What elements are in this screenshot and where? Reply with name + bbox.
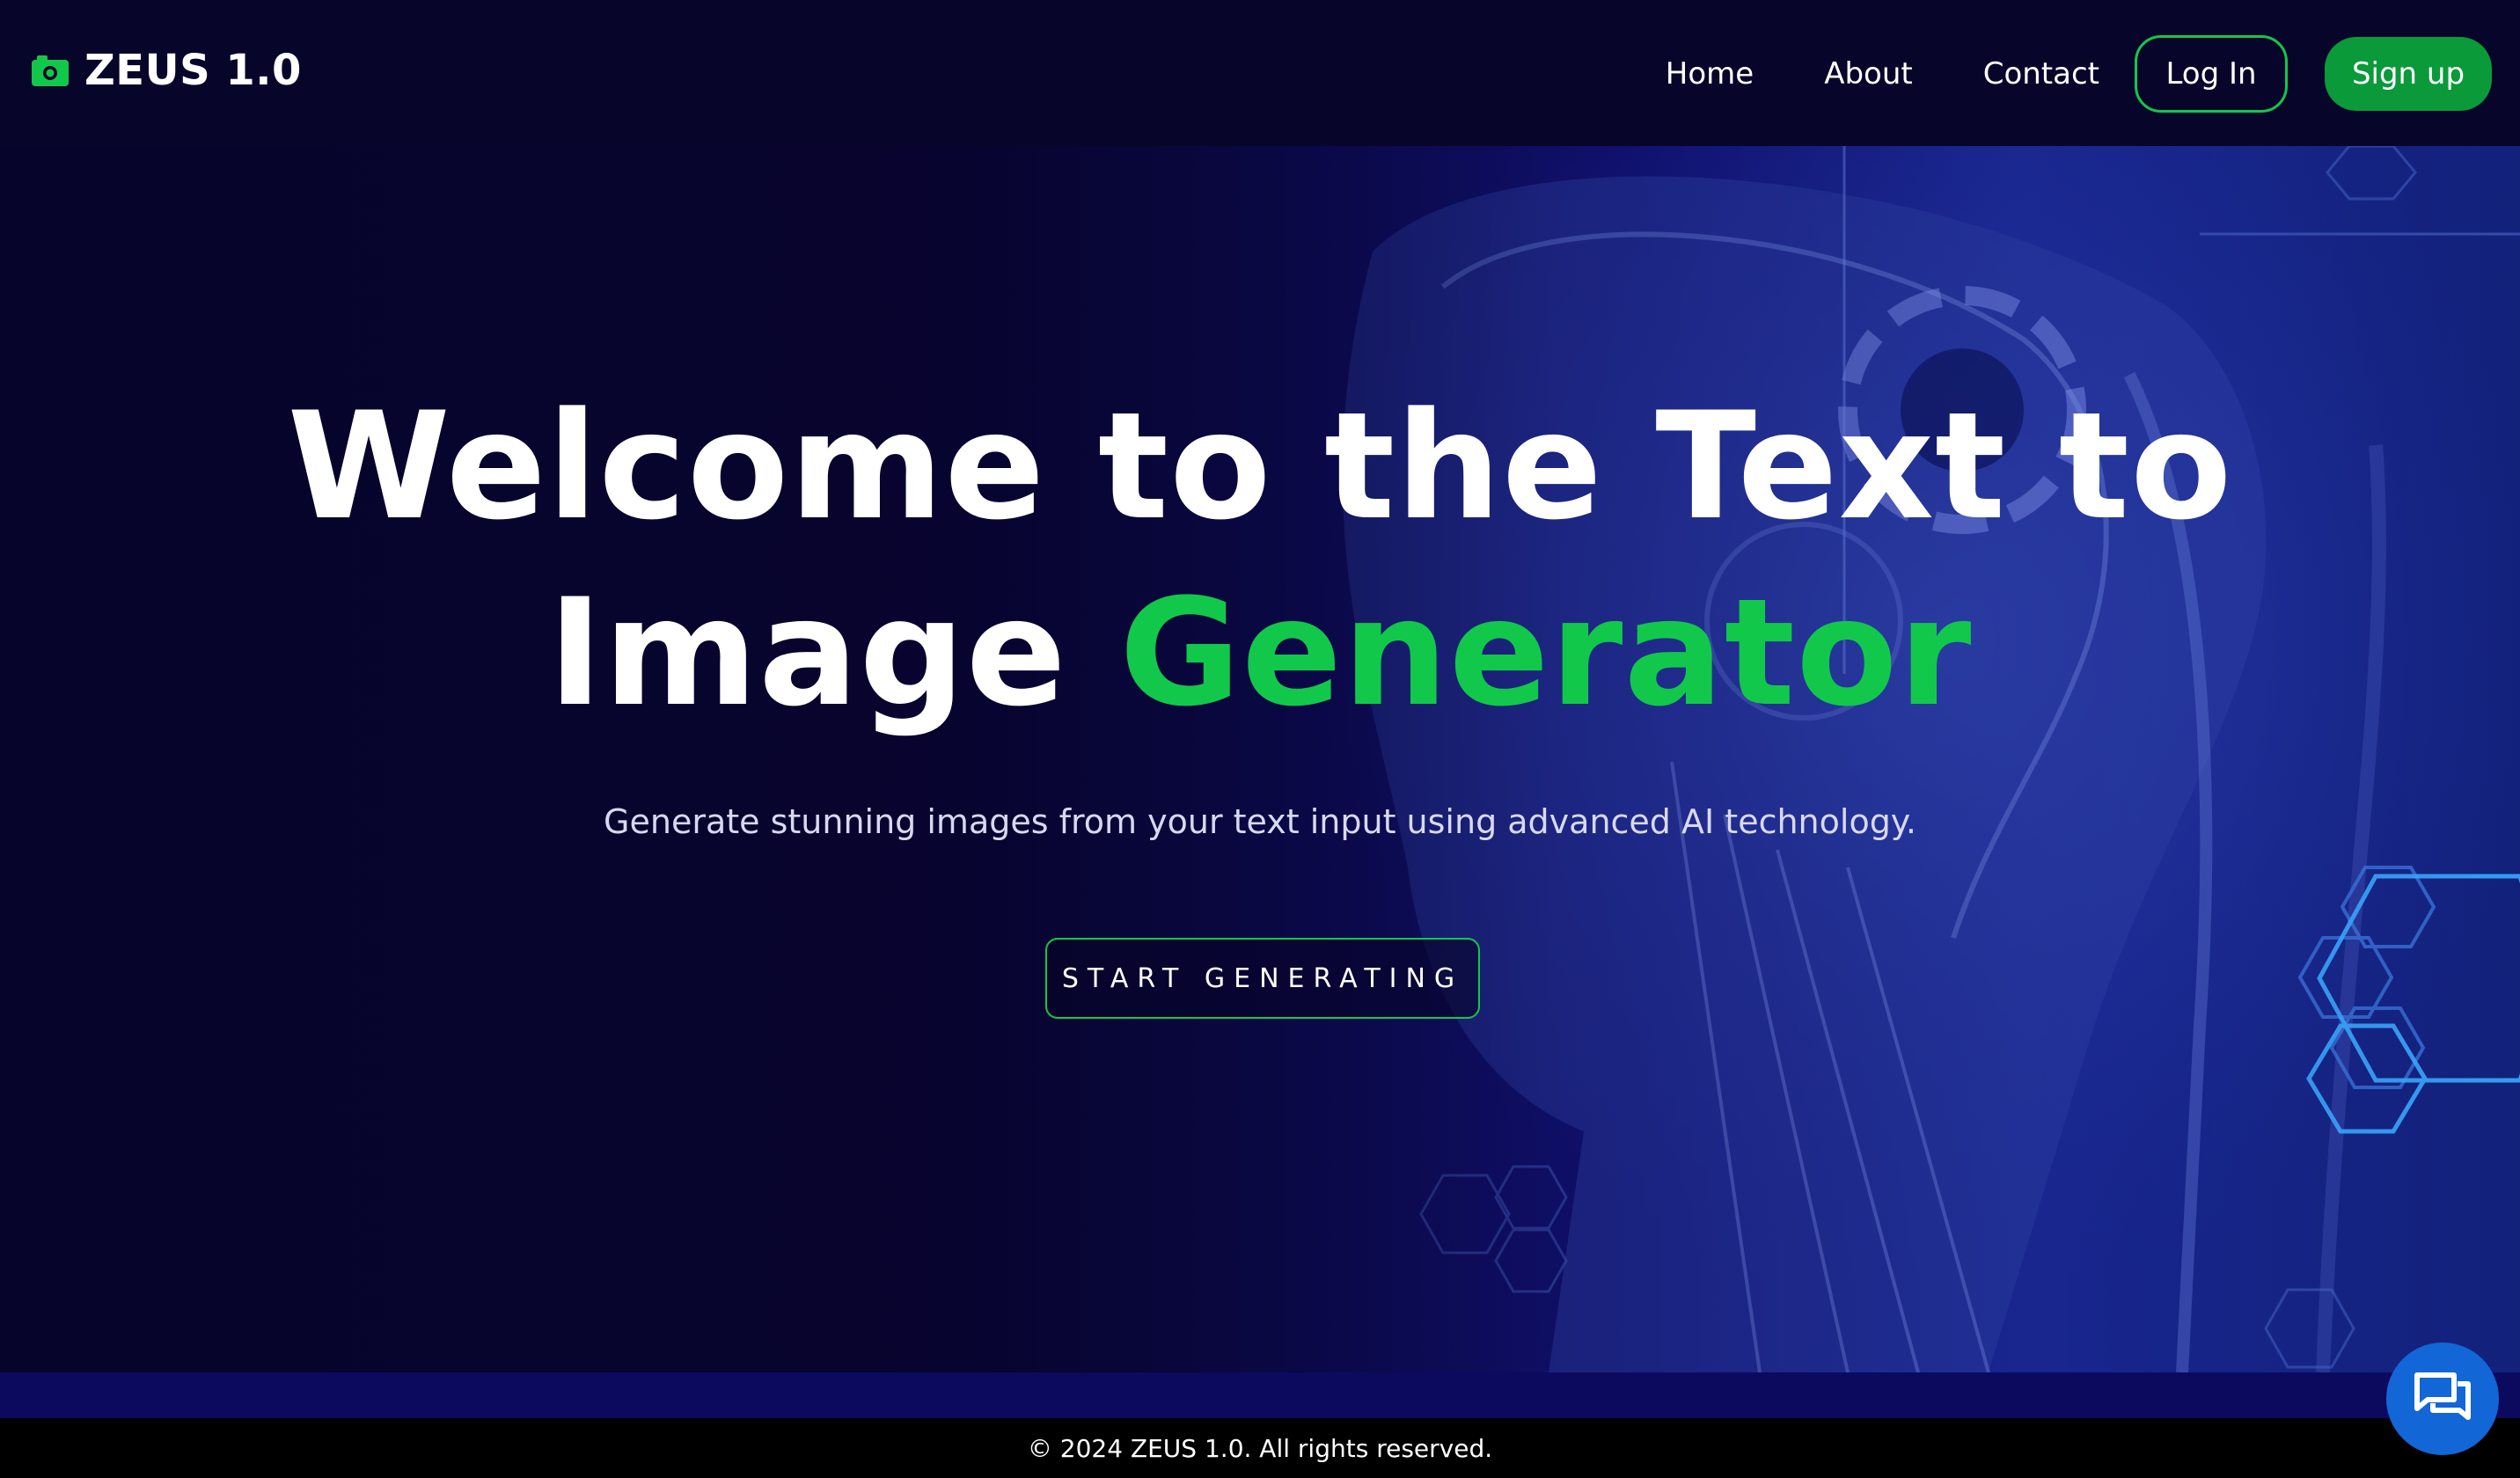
headline-line-1: Welcome to the Text to [287,380,2233,552]
site-header: ZEUS 1.0 Home About Contact Log In Sign … [0,0,2520,146]
login-button[interactable]: Log In [2135,35,2288,113]
chat-icon [2414,1372,2471,1420]
signup-button[interactable]: Sign up [2325,37,2492,111]
site-footer: © 2024 ZEUS 1.0. All rights reserved. [0,1418,2520,1478]
start-generating-button[interactable]: START GENERATING [1045,938,1480,1019]
hero-headline: Welcome to the Text to Image Generator [0,373,2520,746]
brand-name: ZEUS 1.0 [84,46,302,95]
brand[interactable]: ZEUS 1.0 [32,46,302,95]
nav-home-link[interactable]: Home [1666,56,1754,91]
headline-line-2-plain: Image [547,567,1067,739]
nav-about-link[interactable]: About [1824,56,1913,91]
hero-section: Welcome to the Text to Image Generator G… [0,146,2520,1372]
main-nav: Home About Contact Log In Sign up [1666,35,2492,113]
camera-icon [32,55,69,86]
hero-overlay [0,146,2520,1372]
footer-divider [0,1372,2520,1418]
nav-contact-link[interactable]: Contact [1983,56,2099,91]
hero-subtitle: Generate stunning images from your text … [604,802,1916,841]
headline-accent-word: Generator [1119,567,1973,739]
copyright-text: © 2024 ZEUS 1.0. All rights reserved. [1027,1433,1493,1463]
chat-button[interactable] [2386,1343,2499,1455]
